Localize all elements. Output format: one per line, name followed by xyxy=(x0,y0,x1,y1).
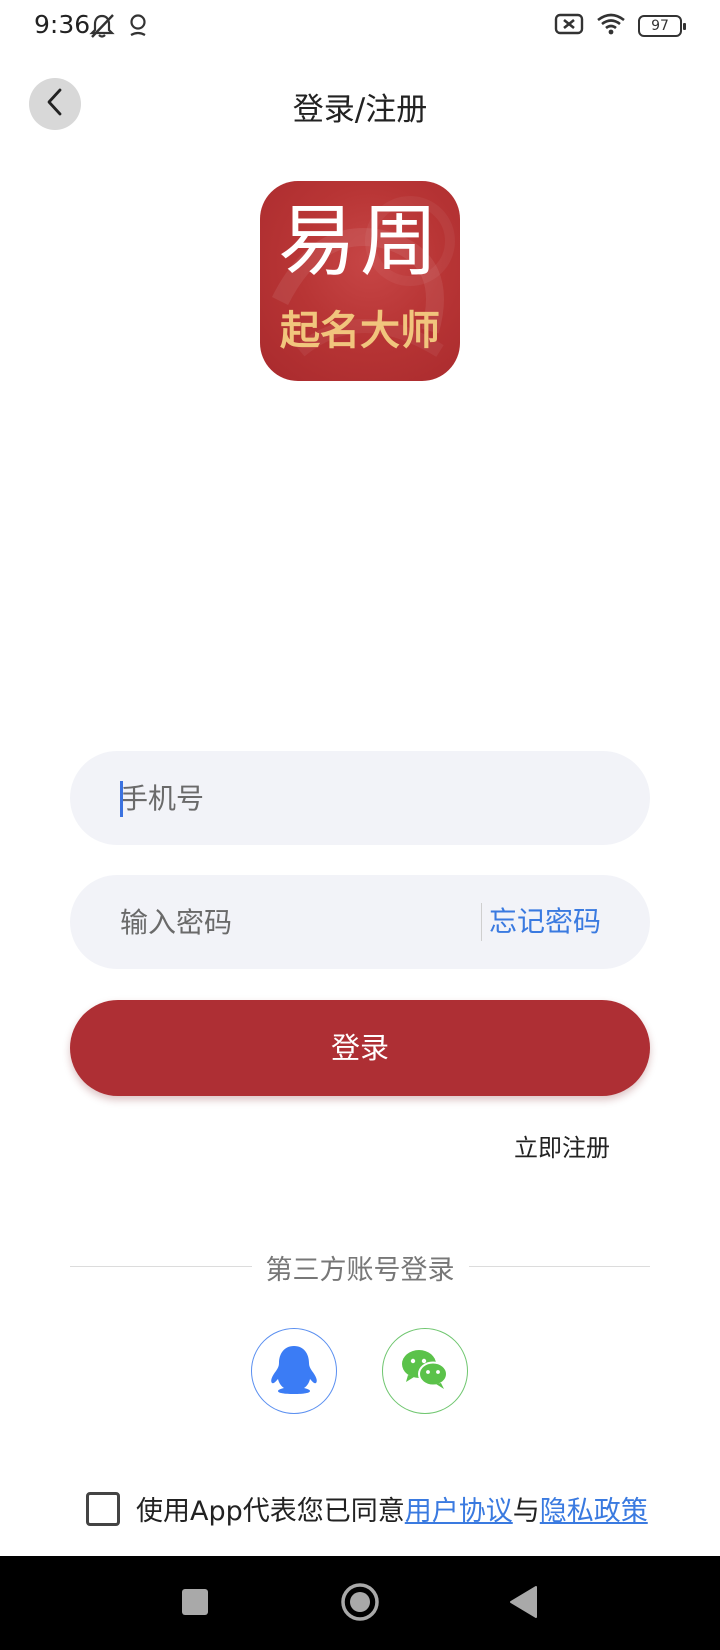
login-button[interactable]: 登录 xyxy=(70,1000,650,1096)
password-input[interactable] xyxy=(120,875,500,969)
status-time: 9:36 xyxy=(34,10,91,39)
phone-field xyxy=(70,751,650,845)
phone-input[interactable] xyxy=(120,751,600,845)
battery-icon: 97 xyxy=(638,15,686,37)
wechat-login-button[interactable] xyxy=(382,1328,468,1414)
status-left-icons xyxy=(88,12,150,44)
agreement: 使用App代表您已同意 用户协议 与 隐私政策 xyxy=(86,1489,648,1528)
agreement-joiner: 与 xyxy=(512,1496,540,1527)
text-caret xyxy=(120,781,123,817)
qq-penguin-icon xyxy=(262,1344,326,1398)
nav-back-button[interactable] xyxy=(496,1576,552,1632)
password-field: 忘记密码 xyxy=(70,875,650,969)
logo-title: 易周 xyxy=(277,197,442,287)
logo-subtitle: 起名大师 xyxy=(280,308,440,354)
header: 登录/注册 xyxy=(0,70,720,140)
wifi-icon xyxy=(596,12,626,40)
third-party-label-wrap: 第三方账号登录 xyxy=(0,1248,720,1287)
login-screen: 9:36 97 登录/注册 易周 起名大师 手机号 忘记密码 登录 立即注册 第… xyxy=(0,0,720,1650)
home-button[interactable] xyxy=(332,1576,388,1632)
terms-link[interactable]: 用户协议 xyxy=(405,1489,513,1528)
qq-login-button[interactable] xyxy=(251,1328,337,1414)
status-right-icons: 97 xyxy=(554,12,686,40)
notifications-off-icon xyxy=(88,12,116,44)
agreement-checkbox[interactable] xyxy=(86,1491,120,1526)
agreement-prefix: 使用App代表您已同意 xyxy=(136,1496,405,1527)
privacy-link[interactable]: 隐私政策 xyxy=(540,1489,648,1528)
location-pin-icon xyxy=(126,12,150,44)
home-circle-icon xyxy=(339,1581,381,1627)
recents-button[interactable] xyxy=(167,1576,223,1632)
back-triangle-icon xyxy=(508,1584,540,1624)
password-divider xyxy=(481,903,482,941)
sim-off-icon xyxy=(554,12,584,40)
third-party-label: 第三方账号登录 xyxy=(251,1248,469,1287)
register-link[interactable]: 立即注册 xyxy=(514,1128,610,1163)
system-nav-bar xyxy=(0,1556,720,1650)
status-bar: 9:36 97 xyxy=(0,0,720,54)
wechat-icon xyxy=(400,1347,450,1395)
app-logo: 易周 起名大师 xyxy=(260,181,460,381)
forgot-password-link[interactable]: 忘记密码 xyxy=(489,875,601,969)
recents-square-icon xyxy=(180,1587,210,1621)
page-title: 登录/注册 xyxy=(292,92,428,128)
